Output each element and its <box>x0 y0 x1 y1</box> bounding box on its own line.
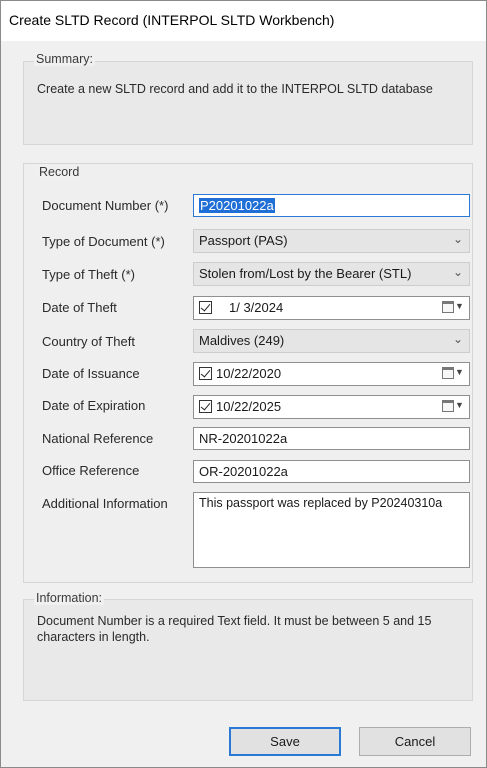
date-of-theft-picker[interactable]: 1/ 3/2024 ▼ <box>193 296 470 320</box>
country-of-theft-label: Country of Theft <box>42 334 135 349</box>
date-of-expiration-value: 10/22/2025 <box>216 399 282 414</box>
additional-information-value: This passport was replaced by P20240310a <box>199 496 443 510</box>
office-reference-input[interactable]: OR-20201022a <box>193 460 470 483</box>
date-of-expiration-checkbox[interactable] <box>199 400 212 413</box>
dialog-window: Create SLTD Record (INTERPOL SLTD Workbe… <box>0 0 487 768</box>
calendar-icon <box>442 367 454 379</box>
document-number-input[interactable]: P20201022a <box>193 194 470 217</box>
save-button[interactable]: Save <box>229 727 341 756</box>
office-reference-label: Office Reference <box>42 463 140 478</box>
calendar-dropdown-button[interactable]: ▼ <box>442 366 464 382</box>
date-of-expiration-label: Date of Expiration <box>42 398 146 413</box>
date-of-issuance-picker[interactable]: 10/22/2020 ▼ <box>193 362 470 386</box>
chevron-down-icon: ⌄ <box>452 332 463 346</box>
date-of-theft-value: 1/ 3/2024 <box>229 300 284 315</box>
calendar-icon <box>442 301 454 313</box>
office-reference-value: OR-20201022a <box>199 464 288 479</box>
type-of-document-label: Type of Document (*) <box>42 234 165 249</box>
calendar-icon <box>442 400 454 412</box>
record-legend: Record <box>37 165 82 179</box>
cancel-button[interactable]: Cancel <box>359 727 471 756</box>
national-reference-input[interactable]: NR-20201022a <box>193 427 470 450</box>
type-of-document-value: Passport (PAS) <box>199 233 288 248</box>
calendar-dropdown-button[interactable]: ▼ <box>442 399 464 415</box>
national-reference-label: National Reference <box>42 431 154 446</box>
chevron-down-icon: ⌄ <box>452 232 463 246</box>
type-of-document-select[interactable]: Passport (PAS) ⌄ <box>193 229 470 253</box>
information-legend: Information: <box>34 591 105 605</box>
additional-information-label: Additional Information <box>42 496 168 511</box>
caret-down-icon: ▼ <box>455 400 464 410</box>
caret-down-icon: ▼ <box>455 367 464 377</box>
summary-text: Create a new SLTD record and add it to t… <box>37 82 433 96</box>
type-of-theft-value: Stolen from/Lost by the Bearer (STL) <box>199 266 412 281</box>
caret-down-icon: ▼ <box>455 301 464 311</box>
date-of-theft-label: Date of Theft <box>42 300 117 315</box>
additional-information-textarea[interactable]: This passport was replaced by P20240310a <box>193 492 470 568</box>
type-of-theft-select[interactable]: Stolen from/Lost by the Bearer (STL) ⌄ <box>193 262 470 286</box>
date-of-issuance-checkbox[interactable] <box>199 367 212 380</box>
chevron-down-icon: ⌄ <box>452 265 463 279</box>
type-of-theft-label: Type of Theft (*) <box>42 267 135 282</box>
country-of-theft-select[interactable]: Maldives (249) ⌄ <box>193 329 470 353</box>
date-of-issuance-label: Date of Issuance <box>42 366 140 381</box>
title-bar[interactable]: Create SLTD Record (INTERPOL SLTD Workbe… <box>1 1 486 41</box>
information-text: Document Number is a required Text field… <box>37 614 432 644</box>
summary-group <box>23 61 473 145</box>
calendar-dropdown-button[interactable]: ▼ <box>442 300 464 316</box>
date-of-issuance-value: 10/22/2020 <box>216 366 282 381</box>
document-number-value: P20201022a <box>199 198 275 213</box>
document-number-label: Document Number (*) <box>42 198 169 213</box>
national-reference-value: NR-20201022a <box>199 431 288 446</box>
country-of-theft-value: Maldives (249) <box>199 333 285 348</box>
date-of-expiration-picker[interactable]: 10/22/2025 ▼ <box>193 395 470 419</box>
window-title: Create SLTD Record (INTERPOL SLTD Workbe… <box>9 12 335 28</box>
summary-legend: Summary: <box>34 52 95 66</box>
date-of-theft-checkbox[interactable] <box>199 301 212 314</box>
